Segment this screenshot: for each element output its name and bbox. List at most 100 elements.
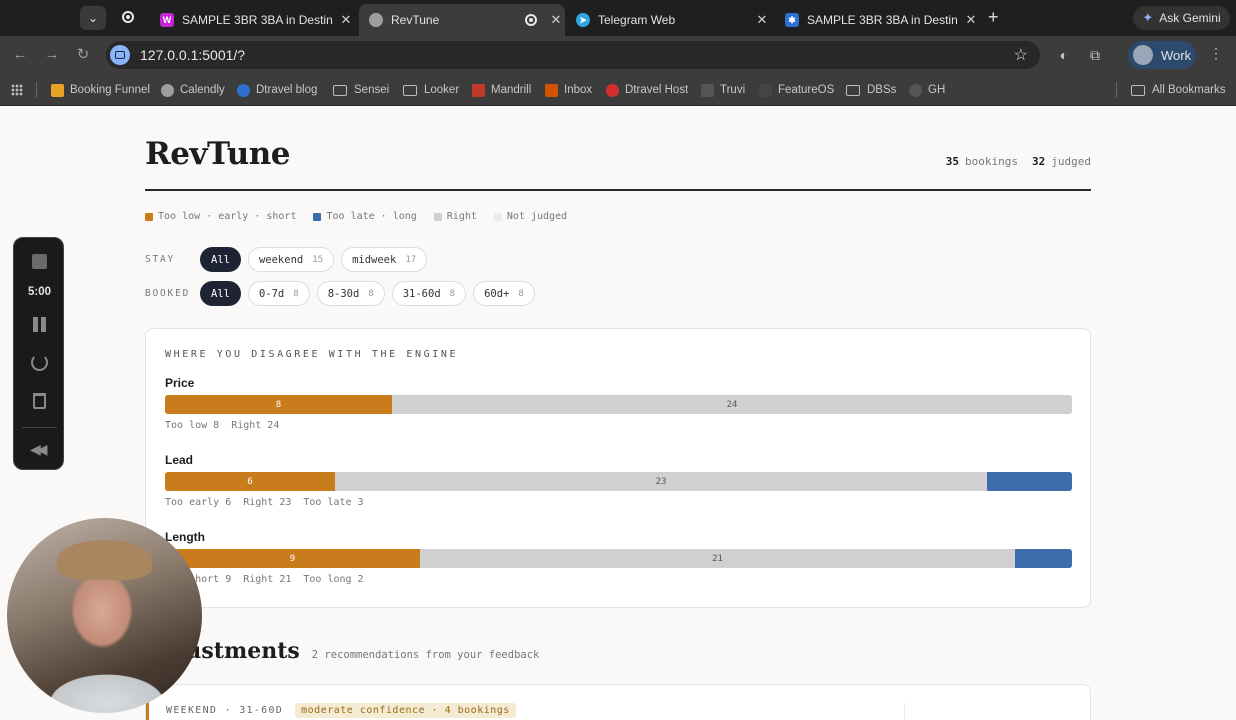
bar-segment-late[interactable] (1015, 549, 1072, 568)
bookmark-label: Sensei (354, 84, 390, 96)
breakdown-label: Too late (303, 497, 352, 508)
more-menu-icon[interactable]: ⋮ (1208, 45, 1224, 62)
close-icon[interactable]: ✕ (337, 12, 355, 28)
booked-chip-0-7d[interactable]: 0-7d 8 (247, 281, 310, 306)
close-icon[interactable]: ✕ (547, 12, 565, 28)
breakdown-item: Right 24 (231, 420, 279, 431)
ask-gemini-label: Ask Gemini (1159, 11, 1221, 25)
webcam-person (57, 540, 152, 580)
puzzle-icon[interactable]: ⧉ (1086, 46, 1104, 64)
divider (904, 703, 905, 720)
apps-grid-icon[interactable] (11, 84, 23, 96)
bar-segment-low[interactable]: 6 (165, 472, 335, 491)
metric-breakdown: Too early 6 Right 23 Too late 3 (165, 497, 376, 508)
bookmark-calendly[interactable]: Calendly (161, 81, 225, 99)
legend-label: Too low · early · short (158, 211, 297, 222)
recommendation-card[interactable]: WEEKEND · 31-60D moderate confidence · 4… (145, 684, 1091, 720)
legend-swatch (433, 212, 442, 221)
profile-button[interactable]: Work (1128, 41, 1196, 69)
close-icon[interactable]: ✕ (962, 12, 980, 28)
restart-icon[interactable] (31, 354, 48, 371)
breakdown-count: 21 (279, 574, 292, 585)
stay-filter-label: STAY (145, 254, 176, 265)
confidence-badge: moderate confidence · 4 bookings (295, 703, 516, 718)
legend-swatch (493, 212, 502, 221)
bookmark-featureos[interactable]: FeatureOS (759, 81, 834, 99)
tab-revtune[interactable]: RevTune ✕ (359, 4, 565, 36)
trash-icon[interactable] (33, 393, 46, 409)
bookmark-star-icon[interactable]: ☆ (1014, 45, 1028, 65)
stay-chip-midweek[interactable]: midweek 17 (341, 247, 428, 272)
tab-sample-listing-2[interactable]: ✱ SAMPLE 3BR 3BA in Destin | ✕ (775, 4, 980, 36)
chip-label: 31-60d (402, 287, 441, 300)
rewind-icon[interactable]: ◀◀ (30, 441, 47, 458)
webcam-bubble[interactable] (7, 518, 202, 713)
stay-chip-all[interactable]: All (200, 247, 241, 272)
legend: Too low · early · short Too late · long … (145, 211, 567, 222)
close-icon[interactable]: ✕ (753, 12, 771, 28)
new-tab-button[interactable]: + (988, 8, 999, 26)
pause-icon[interactable] (33, 317, 46, 332)
metric-length: Length921Too short9Right21Too long2 (165, 530, 1072, 585)
booked-filter-label: BOOKED (145, 288, 191, 299)
legend-label: Right (446, 211, 477, 222)
bar-segment-right[interactable]: 21 (420, 549, 1015, 568)
breakdown-count: 9 (225, 574, 232, 585)
bar-segment-late[interactable] (987, 472, 1072, 491)
breakdown-count: 2 (357, 574, 364, 585)
legend-item-too-low: Too low · early · short (145, 211, 296, 222)
breakdown-count: 6 (225, 497, 232, 508)
metric-lead: Lead 6 23 Too early 6 Right 23 Too late 3 (165, 453, 1072, 508)
recording-indicator-icon (122, 11, 134, 23)
bookmark-mandrill[interactable]: Mandrill (472, 81, 531, 99)
tab-sample-listing-1[interactable]: W SAMPLE 3BR 3BA in Destin | ✕ (150, 4, 355, 36)
tab-title: RevTune (391, 13, 440, 27)
bookmark-label: Dtravel blog (256, 84, 318, 96)
stop-icon[interactable] (32, 254, 47, 269)
chip-label: All (211, 287, 230, 300)
bar-segment-low[interactable]: 8 (165, 395, 392, 414)
bookmark-label: Looker (424, 84, 460, 96)
ask-gemini-button[interactable]: ✦ Ask Gemini (1133, 6, 1230, 30)
bar-segment-low[interactable]: 9 (165, 549, 420, 568)
bookmarks-bar: Booking Funnel Calendly Dtravel blog Sen… (0, 74, 1236, 106)
folder-icon (1131, 84, 1145, 96)
address-bar[interactable]: 127.0.0.1:5001/? ☆ (106, 41, 1040, 69)
booked-chip-60d-plus[interactable]: 60d+ 8 (473, 281, 535, 306)
bookmark-sensei[interactable]: Sensei (333, 81, 389, 99)
bar-segment-right[interactable]: 23 (335, 472, 987, 491)
extension-icon[interactable]: ◐ (1055, 46, 1073, 64)
reload-icon[interactable]: ↻ (73, 45, 93, 65)
stacked-bar: 6 23 (165, 472, 1072, 491)
metric-name: Length (165, 530, 205, 544)
booked-chip-31-60d[interactable]: 31-60d 8 (391, 281, 467, 306)
chip-count: 17 (405, 254, 417, 265)
globe-icon (161, 83, 174, 97)
breakdown-item: Too late 3 (303, 497, 363, 508)
tab-search-button[interactable]: ⌄ (80, 6, 106, 30)
stay-chip-weekend[interactable]: weekend 15 (247, 247, 335, 272)
bookmark-label: DBSs (867, 84, 897, 96)
bookmark-inbox[interactable]: Inbox (545, 81, 592, 99)
site-info-icon[interactable] (110, 45, 130, 65)
url-text[interactable]: 127.0.0.1:5001/? (140, 47, 1014, 63)
bookmark-gh[interactable]: GH (909, 81, 945, 99)
bookmark-dbss[interactable]: DBSs (846, 81, 896, 99)
back-arrow-icon[interactable]: ← (10, 45, 30, 65)
booked-chip-all[interactable]: All (200, 281, 241, 306)
bar-segment-right[interactable]: 24 (392, 395, 1072, 414)
tab-telegram[interactable]: ➤ Telegram Web ✕ (566, 4, 771, 36)
bookmark-truvi[interactable]: Truvi (701, 81, 745, 99)
bookmark-dtravel-host[interactable]: Dtravel Host (606, 81, 688, 99)
booked-chip-8-30d[interactable]: 8-30d 8 (316, 281, 385, 306)
forward-arrow-icon[interactable]: → (42, 45, 62, 65)
bookmark-label: All Bookmarks (1152, 84, 1226, 96)
all-bookmarks-button[interactable]: All Bookmarks (1131, 81, 1226, 99)
bookmark-dtravel-blog[interactable]: Dtravel blog (237, 81, 317, 99)
recommendations-header: Adjustments 2 recommendations from your … (145, 638, 539, 664)
bookmark-booking-funnel[interactable]: Booking Funnel (51, 81, 150, 99)
chip-label: 8-30d (327, 287, 360, 300)
gear-favicon-icon: ✱ (785, 13, 799, 27)
legend-item-too-late: Too late · long (313, 211, 417, 222)
bookmark-looker[interactable]: Looker (403, 81, 459, 99)
